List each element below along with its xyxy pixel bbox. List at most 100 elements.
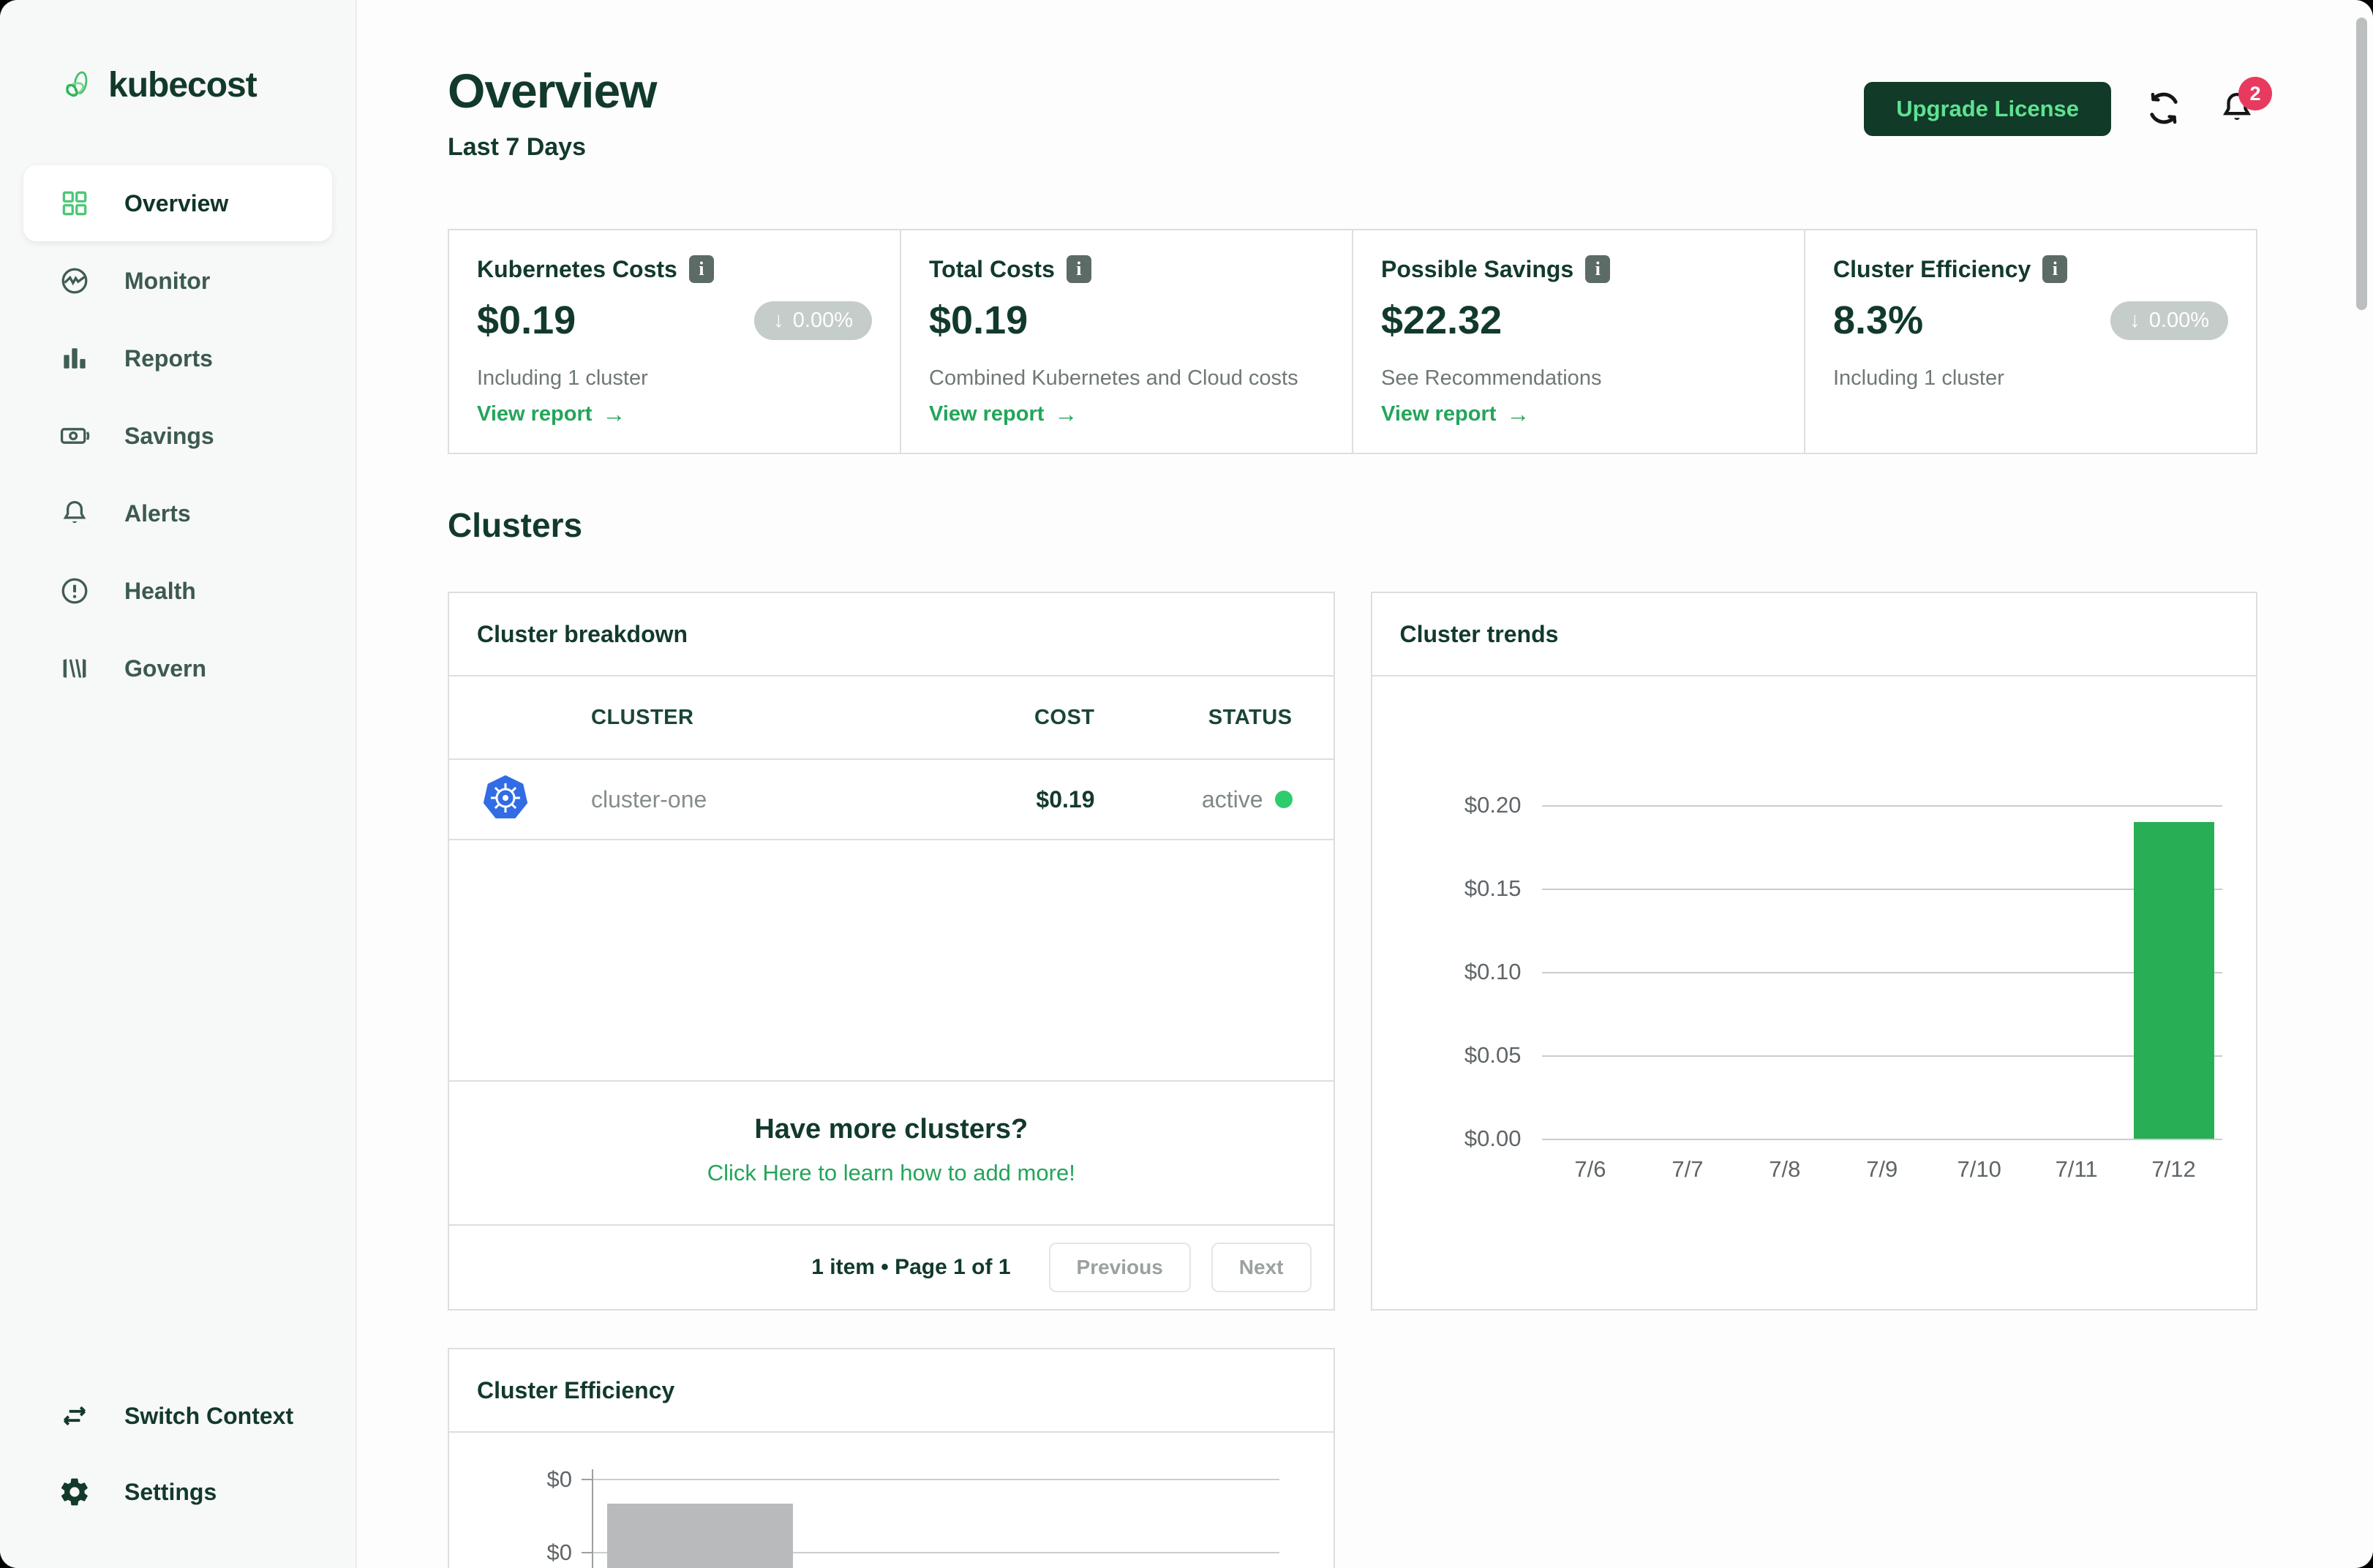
pagination-summary: 1 item • Page 1 of 1	[811, 1255, 1011, 1279]
bell-icon	[63, 500, 86, 524]
gridline	[1541, 1055, 2222, 1057]
stat-cards-row: Kubernetes Costs i $0.19 ↓ 0.00% Includi…	[448, 229, 2257, 454]
settings-label: Settings	[124, 1478, 217, 1505]
sidebar-item-health[interactable]: Health	[23, 553, 332, 629]
app-window: kubecost Overview Monitor Reports Saving…	[0, 0, 2373, 1568]
kubecost-logo-icon	[66, 71, 88, 97]
next-page-button[interactable]: Next	[1211, 1243, 1312, 1292]
info-icon[interactable]: i	[1585, 255, 1611, 283]
sidebar-item-label: Health	[124, 577, 196, 604]
sidebar-item-monitor[interactable]: Monitor	[23, 243, 332, 319]
column-cost[interactable]: COST	[905, 706, 1095, 730]
upgrade-license-button[interactable]: Upgrade License	[1864, 82, 2111, 136]
main-content: Overview Last 7 Days Upgrade License 2 K…	[357, 0, 2373, 1568]
stat-title: Possible Savings	[1381, 255, 1574, 282]
stat-card-kubernetes-costs: Kubernetes Costs i $0.19 ↓ 0.00% Includi…	[448, 229, 901, 454]
trend-badge: ↓ 0.00%	[754, 301, 872, 340]
add-clusters-link[interactable]: Click Here to learn how to add more!	[449, 1160, 1334, 1186]
cluster-trends-panel: Cluster trends $0.20 $0.15 $0.10 $0.05 $0.00…	[1370, 592, 2257, 1311]
cluster-status: active	[1095, 786, 1293, 813]
switch-context-button[interactable]: Switch Context	[23, 1378, 332, 1454]
settings-button[interactable]: Settings	[23, 1454, 332, 1530]
notification-count-badge: 2	[2238, 77, 2272, 110]
y-axis-tick: $0.10	[1464, 959, 1522, 984]
x-axis-tick: 7/8	[1769, 1156, 1801, 1182]
clusters-heading: Clusters	[448, 506, 583, 544]
info-icon[interactable]: i	[688, 255, 714, 283]
sidebar-item-savings[interactable]: Savings	[23, 398, 332, 474]
arrow-right-icon: →	[1054, 401, 1078, 427]
banknote-icon	[60, 428, 90, 444]
trend-percent: 0.00%	[792, 308, 853, 332]
x-axis-tick: 7/7	[1671, 1156, 1704, 1182]
view-report-label: View report	[477, 402, 593, 426]
y-axis-tick: $0.20	[1464, 792, 1522, 818]
cluster-efficiency-panel: Cluster Efficiency $0 $0	[448, 1348, 1335, 1568]
y-axis-tick: $0.05	[1464, 1042, 1522, 1068]
pagination-bar: 1 item • Page 1 of 1 Previous Next	[449, 1224, 1334, 1309]
column-cluster[interactable]: CLUSTER	[591, 706, 905, 730]
view-report-label: View report	[929, 402, 1045, 426]
sidebar-nav: Overview Monitor Reports Savings Alerts …	[0, 165, 356, 706]
stat-value: $0.19	[929, 298, 1028, 342]
bar-chart-icon	[64, 348, 86, 369]
cluster-name[interactable]: cluster-one	[591, 786, 905, 813]
trend-bar-7-12[interactable]	[2133, 821, 2214, 1139]
y-axis-tick: $0	[546, 1539, 572, 1565]
sidebar-item-govern[interactable]: Govern	[23, 630, 332, 706]
sidebar-item-label: Savings	[124, 422, 214, 449]
view-report-link[interactable]: View report →	[477, 401, 872, 428]
table-row[interactable]: cluster-one $0.19 active	[449, 760, 1334, 840]
arrow-right-icon: →	[1506, 401, 1530, 427]
stat-caption: See Recommendations	[1381, 366, 1602, 390]
y-axis-tick: $0	[546, 1466, 572, 1492]
sidebar-item-alerts[interactable]: Alerts	[23, 475, 332, 551]
switch-context-label: Switch Context	[124, 1402, 294, 1429]
sidebar: kubecost Overview Monitor Reports Saving…	[0, 0, 357, 1568]
stat-value: $0.19	[477, 298, 576, 342]
sidebar-footer: Switch Context Settings	[0, 1378, 356, 1568]
gridline	[1541, 805, 2222, 807]
info-icon[interactable]: i	[1066, 255, 1091, 283]
trend-percent: 0.00%	[2148, 308, 2209, 332]
down-arrow-icon: ↓	[2129, 308, 2140, 332]
column-status[interactable]: STATUS	[1095, 706, 1293, 730]
sidebar-item-label: Govern	[124, 655, 207, 682]
down-arrow-icon: ↓	[773, 308, 784, 332]
table-header: CLUSTER COST STATUS	[449, 676, 1334, 760]
previous-page-button[interactable]: Previous	[1048, 1243, 1191, 1292]
x-axis-tick: 7/9	[1866, 1156, 1898, 1182]
sidebar-item-reports[interactable]: Reports	[23, 320, 332, 396]
notifications-button[interactable]: 2	[2216, 77, 2272, 129]
logo[interactable]: kubecost	[0, 0, 356, 108]
stat-card-cluster-efficiency: Cluster Efficiency i 8.3% ↓ 0.00% Includ…	[1804, 229, 2257, 454]
view-report-link[interactable]: View report →	[1381, 401, 1776, 428]
stat-title: Cluster Efficiency	[1833, 255, 2031, 282]
view-report-link[interactable]: View report →	[929, 401, 1324, 428]
cluster-efficiency-chart: $0 $0	[449, 1433, 1334, 1568]
sidebar-item-overview[interactable]: Overview	[23, 165, 332, 241]
page-header: Overview Last 7 Days Upgrade License 2	[448, 63, 2272, 162]
info-icon[interactable]: i	[2042, 255, 2068, 283]
cluster-breakdown-panel: Cluster breakdown CLUSTER COST STATUS cl…	[448, 592, 1335, 1311]
stat-value: 8.3%	[1833, 298, 1924, 342]
cluster-trends-plot: $0.20 $0.15 $0.10 $0.05 $0.00 7/6 7/7 7/8 7/9 7/1…	[1464, 792, 2222, 1182]
arrow-right-icon: →	[602, 401, 626, 427]
efficiency-bar[interactable]	[607, 1504, 793, 1568]
stat-caption: Including 1 cluster	[1833, 366, 2004, 390]
x-axis-tick: 7/10	[1957, 1156, 2001, 1182]
x-axis-tick: 7/6	[1574, 1156, 1606, 1182]
sidebar-item-label: Monitor	[124, 267, 211, 294]
scrollbar[interactable]	[2355, 4, 2367, 1564]
stat-card-possible-savings: Possible Savings i $22.32 See Recommenda…	[1352, 229, 1805, 454]
header-controls: Upgrade License 2	[1864, 77, 2272, 136]
scrollbar-thumb[interactable]	[2356, 18, 2367, 310]
gridline	[1541, 1139, 2222, 1140]
trend-badge: ↓ 0.00%	[2110, 301, 2228, 340]
stat-title: Kubernetes Costs	[477, 255, 677, 282]
y-axis-tick: $0.15	[1464, 875, 1522, 901]
govern-icon	[63, 659, 86, 678]
x-axis-tick: 7/12	[2151, 1156, 2196, 1182]
refresh-button[interactable]	[2143, 88, 2184, 129]
gridline	[1541, 889, 2222, 890]
